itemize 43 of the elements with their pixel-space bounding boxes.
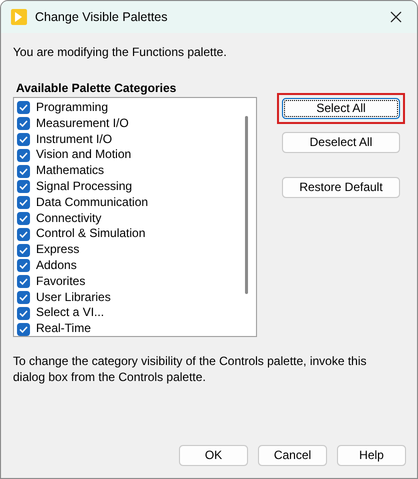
action-button[interactable]: Deselect All (282, 132, 400, 153)
category-label[interactable]: Data Communication (36, 194, 148, 211)
checkbox[interactable] (17, 164, 30, 178)
dialog-button[interactable]: Cancel (258, 445, 327, 466)
dialog-button[interactable]: Help (337, 445, 406, 466)
checkbox[interactable] (17, 275, 30, 288)
list-heading: Available Palette Categories (16, 80, 178, 97)
checkbox[interactable] (17, 212, 30, 225)
category-label[interactable]: Select a VI... (36, 305, 104, 322)
dialog-button[interactable]: OK (179, 445, 248, 466)
checkbox[interactable] (17, 306, 30, 320)
category-label[interactable]: Vision and Motion (36, 147, 132, 164)
app-icon (11, 9, 27, 25)
checkbox[interactable] (17, 228, 30, 241)
scrollbar[interactable] (245, 116, 248, 294)
category-label[interactable]: Connectivity (36, 210, 102, 226)
checkbox[interactable] (17, 132, 30, 146)
checkbox[interactable] (17, 244, 30, 257)
note-text: To change the category visibility of the Controls palette, invoke this dialog box from the Controls palette. (13, 353, 368, 385)
category-label[interactable]: Signal Processing (36, 178, 132, 195)
category-label[interactable]: Favorites (36, 274, 86, 290)
category-label[interactable]: Programming (36, 100, 108, 116)
close-icon (389, 10, 403, 24)
category-label[interactable]: Addons (36, 258, 77, 274)
checkbox[interactable] (17, 117, 30, 130)
category-label[interactable]: Instrument I/O (36, 132, 112, 148)
checkbox[interactable] (17, 148, 30, 162)
intro-text: You are modifying the Functions palette. (13, 44, 228, 61)
category-label[interactable]: Measurement I/O (36, 116, 129, 132)
category-label[interactable]: Express (36, 242, 80, 258)
category-label[interactable]: Control & Simulation (36, 226, 146, 242)
checkbox[interactable] (17, 290, 30, 304)
window-title: Change Visible Palettes (35, 8, 168, 26)
checkbox[interactable] (17, 196, 30, 210)
checkbox[interactable] (17, 101, 30, 114)
checkbox[interactable] (17, 180, 30, 194)
action-button[interactable]: Select All (282, 98, 400, 119)
checkbox[interactable] (17, 259, 30, 272)
checkbox[interactable] (17, 322, 30, 336)
action-button[interactable]: Restore Default (282, 177, 400, 198)
category-label[interactable]: Mathematics (36, 163, 104, 179)
category-label[interactable]: Real-Time (36, 321, 91, 336)
category-label[interactable]: User Libraries (36, 290, 111, 306)
